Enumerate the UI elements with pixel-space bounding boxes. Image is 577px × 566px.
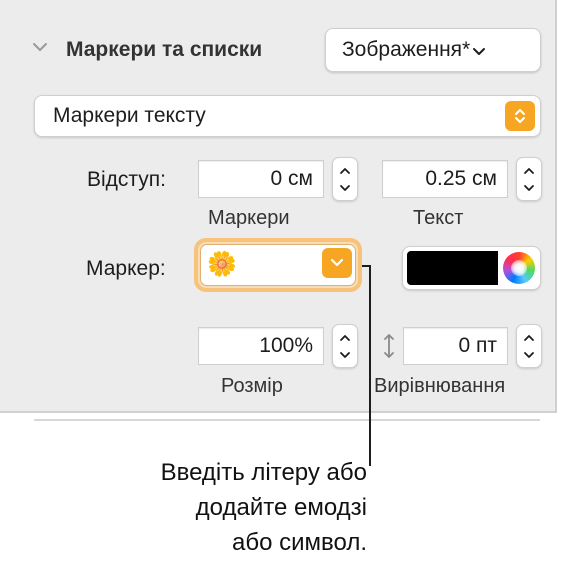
arrow-up-icon[interactable] — [523, 167, 535, 175]
list-type-select[interactable]: Маркери тексту — [34, 95, 541, 137]
callout-leader-line — [369, 265, 371, 466]
chevron-down-icon[interactable] — [32, 40, 48, 54]
chevron-down-icon[interactable] — [322, 248, 352, 278]
list-type-label: Маркери тексту — [53, 104, 206, 127]
chevron-down-icon — [473, 48, 486, 55]
arrow-up-icon[interactable] — [523, 334, 535, 342]
bullet-style-popup[interactable]: Зображення* — [325, 28, 541, 72]
arrow-up-icon[interactable] — [339, 334, 351, 342]
arrow-up-icon[interactable] — [339, 167, 351, 175]
align-field[interactable]: 0 пт — [403, 327, 508, 365]
text-indent-caption: Текст — [413, 207, 464, 229]
text-indent-field[interactable]: 0.25 см — [382, 160, 508, 198]
bullet-character-field[interactable]: 🌼 — [200, 244, 356, 286]
arrow-down-icon[interactable] — [523, 351, 535, 359]
format-sidebar-panel: Маркери та списки Зображення* Маркери те… — [0, 0, 557, 413]
up-down-arrows-icon — [505, 101, 535, 131]
bullet-indent-field[interactable]: 0 см — [198, 160, 324, 198]
bullets-indent-caption: Маркери — [208, 207, 290, 229]
arrow-down-icon[interactable] — [339, 184, 351, 192]
indent-label: Відступ: — [87, 168, 166, 191]
align-caption: Вирівнювання — [374, 375, 506, 397]
section-title: Маркери та списки — [66, 38, 263, 61]
callout-text: Введіть літеру або додайте емодзі або си… — [161, 455, 367, 560]
arrow-down-icon[interactable] — [523, 184, 535, 192]
callout-line-3: або символ. — [232, 529, 367, 556]
bullet-emoji: 🌼 — [207, 251, 237, 278]
size-caption: Розмір — [221, 375, 283, 397]
callout-line-2: додайте емодзі — [195, 494, 367, 521]
vertical-align-icon — [384, 334, 394, 358]
arrow-down-icon[interactable] — [339, 351, 351, 359]
size-field[interactable]: 100% — [198, 327, 324, 365]
divider — [34, 419, 540, 421]
color-wheel-icon[interactable] — [503, 252, 535, 284]
color-swatch[interactable] — [407, 251, 498, 285]
bullet-label: Маркер: — [86, 257, 166, 280]
bullet-indent-stepper[interactable] — [332, 157, 358, 201]
bullet-style-label: Зображення* — [342, 38, 471, 61]
callout-line-1: Введіть літеру або — [160, 459, 367, 486]
bullet-character-popup[interactable]: 🌼 — [194, 238, 362, 292]
text-indent-stepper[interactable] — [516, 157, 542, 201]
align-stepper[interactable] — [516, 324, 542, 368]
bullet-color-well[interactable] — [402, 246, 541, 290]
size-stepper[interactable] — [332, 324, 358, 368]
